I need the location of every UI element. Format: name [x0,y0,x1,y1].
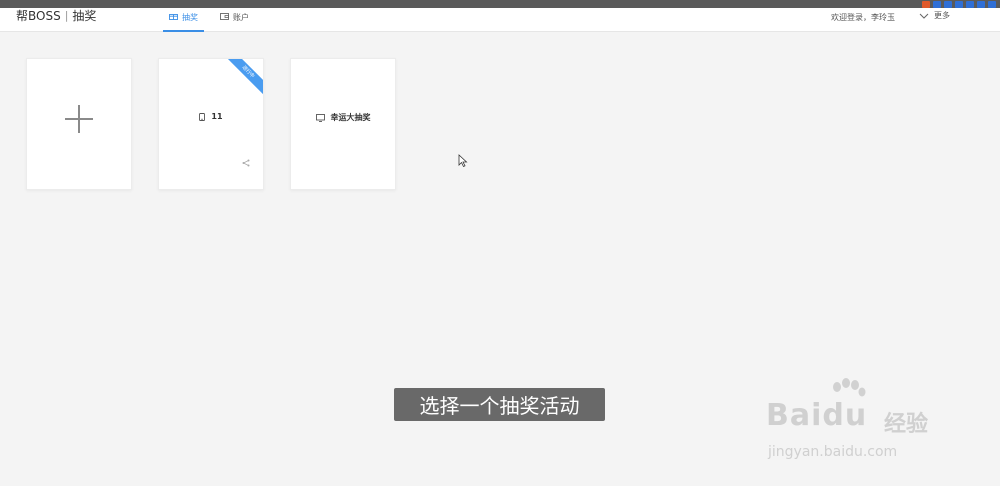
more-label: 更多 [934,11,950,20]
tray-icon[interactable] [966,0,974,8]
monitor-icon [315,113,325,122]
watermark-brand: Baidu [766,398,867,433]
status-ribbon: 进行中 [222,59,263,98]
baidu-watermark: Baidu 经验 jingyan.baidu.com [766,378,956,468]
gift-icon [169,12,178,20]
main-nav: 抽奖 账户 [163,8,265,32]
module-name: 抽奖 [72,9,97,23]
phone-icon [199,112,206,121]
system-tray [922,0,996,8]
nav-tab-label: 抽奖 [182,13,198,22]
wallet-icon [220,12,229,20]
chevron-down-icon [919,13,929,19]
brand-logo[interactable]: 帮BOSS | 抽奖 [16,9,96,23]
app-header: 帮BOSS | 抽奖 抽奖 账户 欢迎登录，李玲玉 更多 [0,8,1000,32]
watermark-brand-cn: 经验 [884,412,929,437]
tray-icon[interactable] [933,0,941,8]
mouse-cursor-icon [458,154,468,168]
share-icon[interactable] [242,159,250,167]
nav-tab-lottery[interactable]: 抽奖 [163,8,204,32]
watermark-url: jingyan.baidu.com [768,444,898,460]
activity-title-row: 11 [159,112,263,121]
activity-card[interactable]: 幸运大抽奖 [290,58,396,190]
plus-icon [65,105,93,133]
activity-title: 11 [211,112,223,121]
brand-divider: | [64,9,69,22]
add-activity-card[interactable] [26,58,132,190]
watermark-brand-latin: Bai [766,398,823,433]
top-dark-strip [0,0,1000,8]
tray-icon[interactable] [988,0,996,8]
activity-card[interactable]: 进行中 11 [158,58,264,190]
brand-name: 帮BOSS [16,9,61,23]
nav-tab-account[interactable]: 账户 [214,8,255,32]
tray-icon[interactable] [922,0,930,8]
activity-title: 幸运大抽奖 [330,113,371,122]
tray-icon[interactable] [955,0,963,8]
video-caption: 选择一个抽奖活动 [394,388,605,421]
watermark-brand-du: du [822,398,868,433]
nav-tab-label: 账户 [233,13,249,22]
more-menu-button[interactable]: 更多 [919,10,950,21]
tray-icon[interactable] [944,0,952,8]
activity-title-row: 幸运大抽奖 [291,112,395,123]
tray-icon[interactable] [977,0,985,8]
user-greeting[interactable]: 欢迎登录，李玲玉 [831,12,895,23]
